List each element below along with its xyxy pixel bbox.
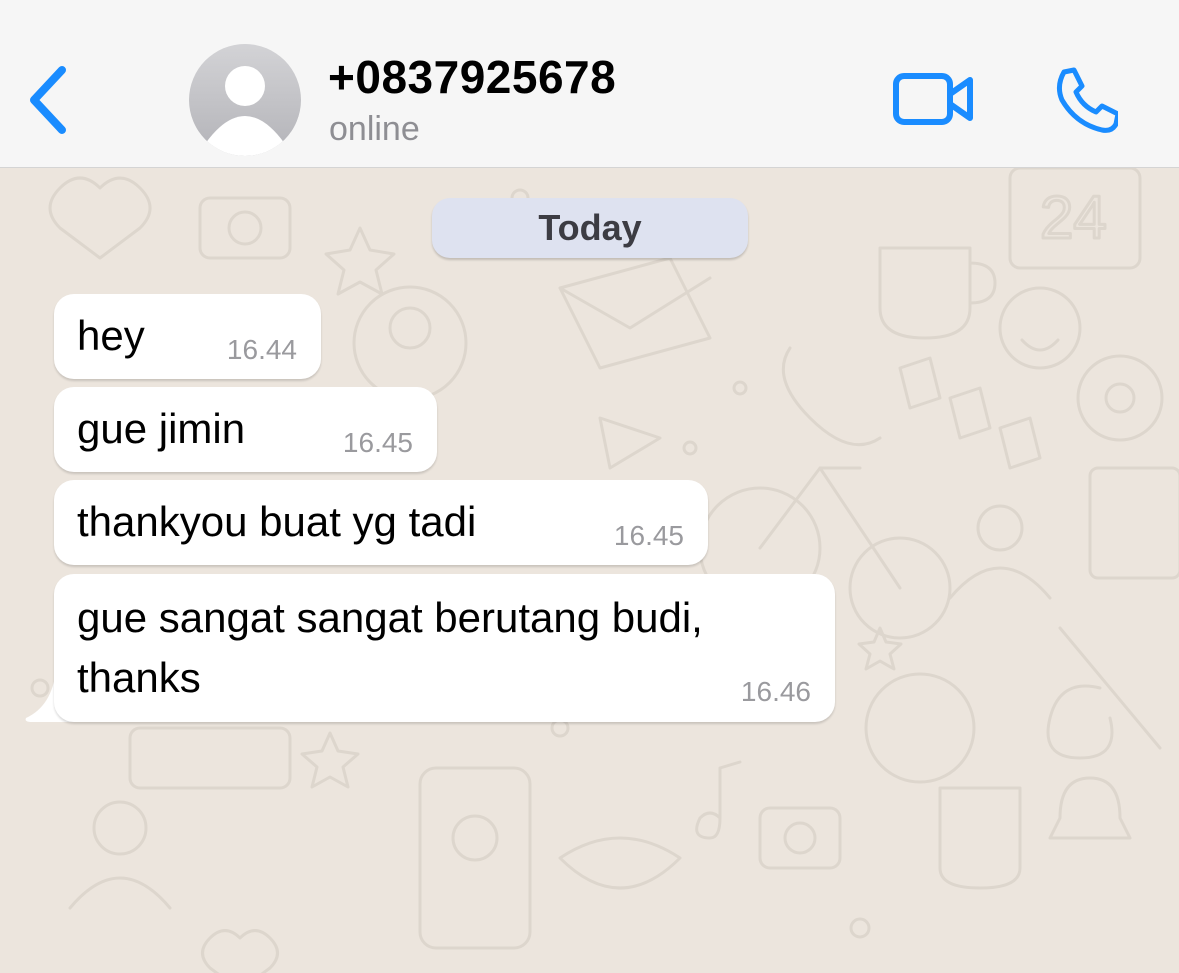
message-time: 16.45: [342, 427, 413, 458]
contact-avatar[interactable]: [189, 44, 301, 156]
message-bubble[interactable]: gue jimin 16.45: [54, 387, 437, 472]
contact-status: online: [329, 110, 420, 148]
contact-name[interactable]: +0837925678: [328, 50, 616, 104]
message-text: thankyou buat yg tadi: [77, 498, 477, 545]
message-time: 16.44: [226, 334, 297, 365]
video-camera-icon[interactable]: [892, 70, 976, 128]
message-bubble[interactable]: gue sangat sangat berutang budi, thanks …: [54, 574, 835, 722]
message-time: 16.45: [613, 520, 684, 551]
chat-header: +0837925678 online: [0, 0, 1179, 168]
message-text: gue sangat sangat berutang budi, thanks: [77, 594, 703, 701]
default-avatar-icon: [189, 44, 301, 156]
phone-icon[interactable]: [1050, 66, 1118, 134]
svg-text:24: 24: [1040, 184, 1107, 251]
back-chevron-icon[interactable]: [22, 62, 74, 138]
chat-wallpaper: 24: [30, 168, 1179, 973]
date-separator: Today: [432, 198, 748, 258]
message-text: hey: [77, 312, 145, 359]
message-text: gue jimin: [77, 405, 246, 452]
message-bubble[interactable]: thankyou buat yg tadi 16.45: [54, 480, 708, 565]
message-bubble[interactable]: hey 16.44: [54, 294, 321, 379]
chat-screen: 24 +0837925678 online Today hey 16.44 gu…: [0, 0, 1179, 973]
message-time: 16.46: [740, 676, 811, 707]
